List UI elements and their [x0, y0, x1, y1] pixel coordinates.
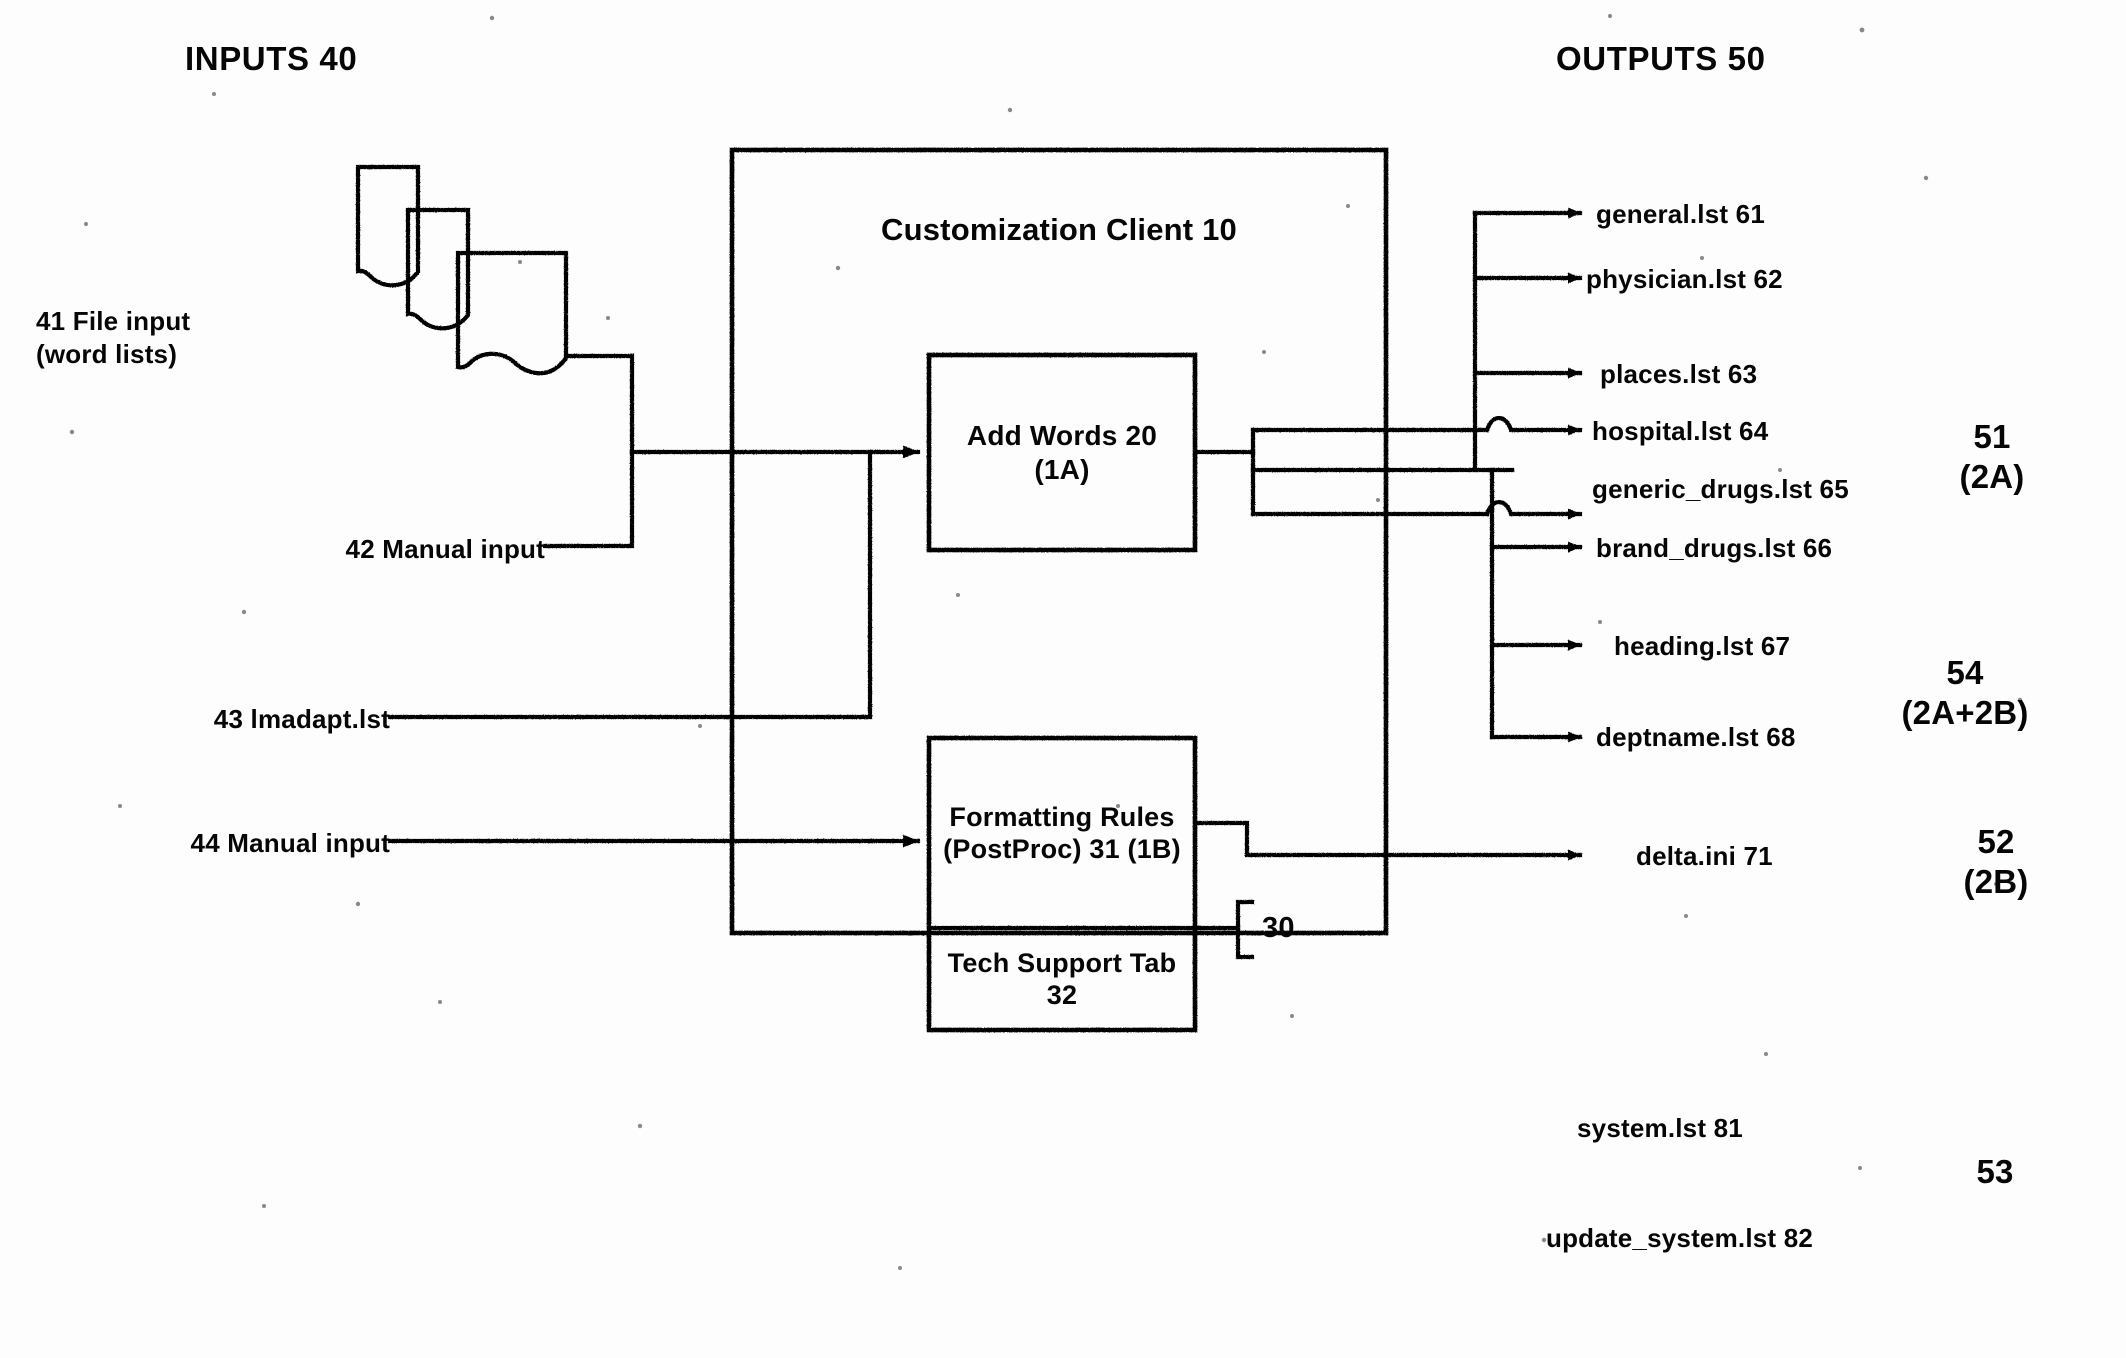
output-deptname-lst: deptname.lst 68: [1596, 722, 1796, 752]
inputs-header: INPUTS 40: [185, 40, 358, 77]
outputs-header: OUTPUTS 50: [1556, 40, 1766, 77]
add-words-label-line1: Add Words 20: [966, 420, 1158, 451]
group-53-number: 53: [1976, 1153, 2014, 1190]
group-54-number: 54: [1946, 654, 1984, 691]
output-places-lst: places.lst 63: [1600, 359, 1758, 389]
output-system-lst: system.lst 81: [1577, 1113, 1743, 1143]
formatting-rules-label-line2: (PostProc) 31 (1B): [943, 834, 1181, 865]
patent-figure-page: INPUTS 40 OUTPUTS 50 Customization Clien…: [0, 0, 2126, 1358]
group-52-formula: (2B): [1963, 863, 2029, 901]
group-52-number: 52: [1977, 823, 2015, 860]
input-lmadapt-lst-43: 43 lmadapt.lst: [213, 704, 390, 734]
formatting-rules-label-line1: Formatting Rules: [949, 802, 1175, 832]
tech-support-tab-label-line1: Tech Support Tab: [947, 948, 1177, 978]
add-words-label-line2: (1A): [1034, 454, 1090, 486]
tech-support-tab-label-line2: 32: [1046, 980, 1078, 1011]
output-heading-lst: heading.lst 67: [1614, 631, 1791, 661]
output-generic-drugs-lst: generic_drugs.lst 65: [1592, 474, 1849, 504]
output-general-lst: general.lst 61: [1596, 199, 1765, 229]
diagram-canvas: [69, 14, 2023, 1270]
output-delta-ini: delta.ini 71: [1636, 841, 1773, 871]
output-hospital-lst: hospital.lst 64: [1592, 416, 1769, 446]
input-manual-input-42: 42 Manual input: [345, 534, 545, 564]
group-54-formula: (2A+2B): [1901, 694, 2029, 732]
output-update-system-lst: update_system.lst 82: [1546, 1223, 1814, 1253]
input-manual-input-44: 44 Manual input: [190, 828, 390, 858]
document-stack-icon: [355, 164, 569, 376]
group-51-formula: (2A): [1959, 458, 2025, 496]
bracket-label-30: 30: [1262, 912, 1295, 944]
output-brand-drugs-lst: brand_drugs.lst 66: [1596, 533, 1833, 563]
input-file-input-line1: 41 File input: [36, 306, 191, 336]
main-box-title: Customization Client 10: [881, 212, 1237, 247]
group-51-number: 51: [1973, 418, 2011, 455]
input-file-input-line2: (word lists): [36, 338, 178, 369]
output-physician-lst: physician.lst 62: [1586, 264, 1783, 294]
